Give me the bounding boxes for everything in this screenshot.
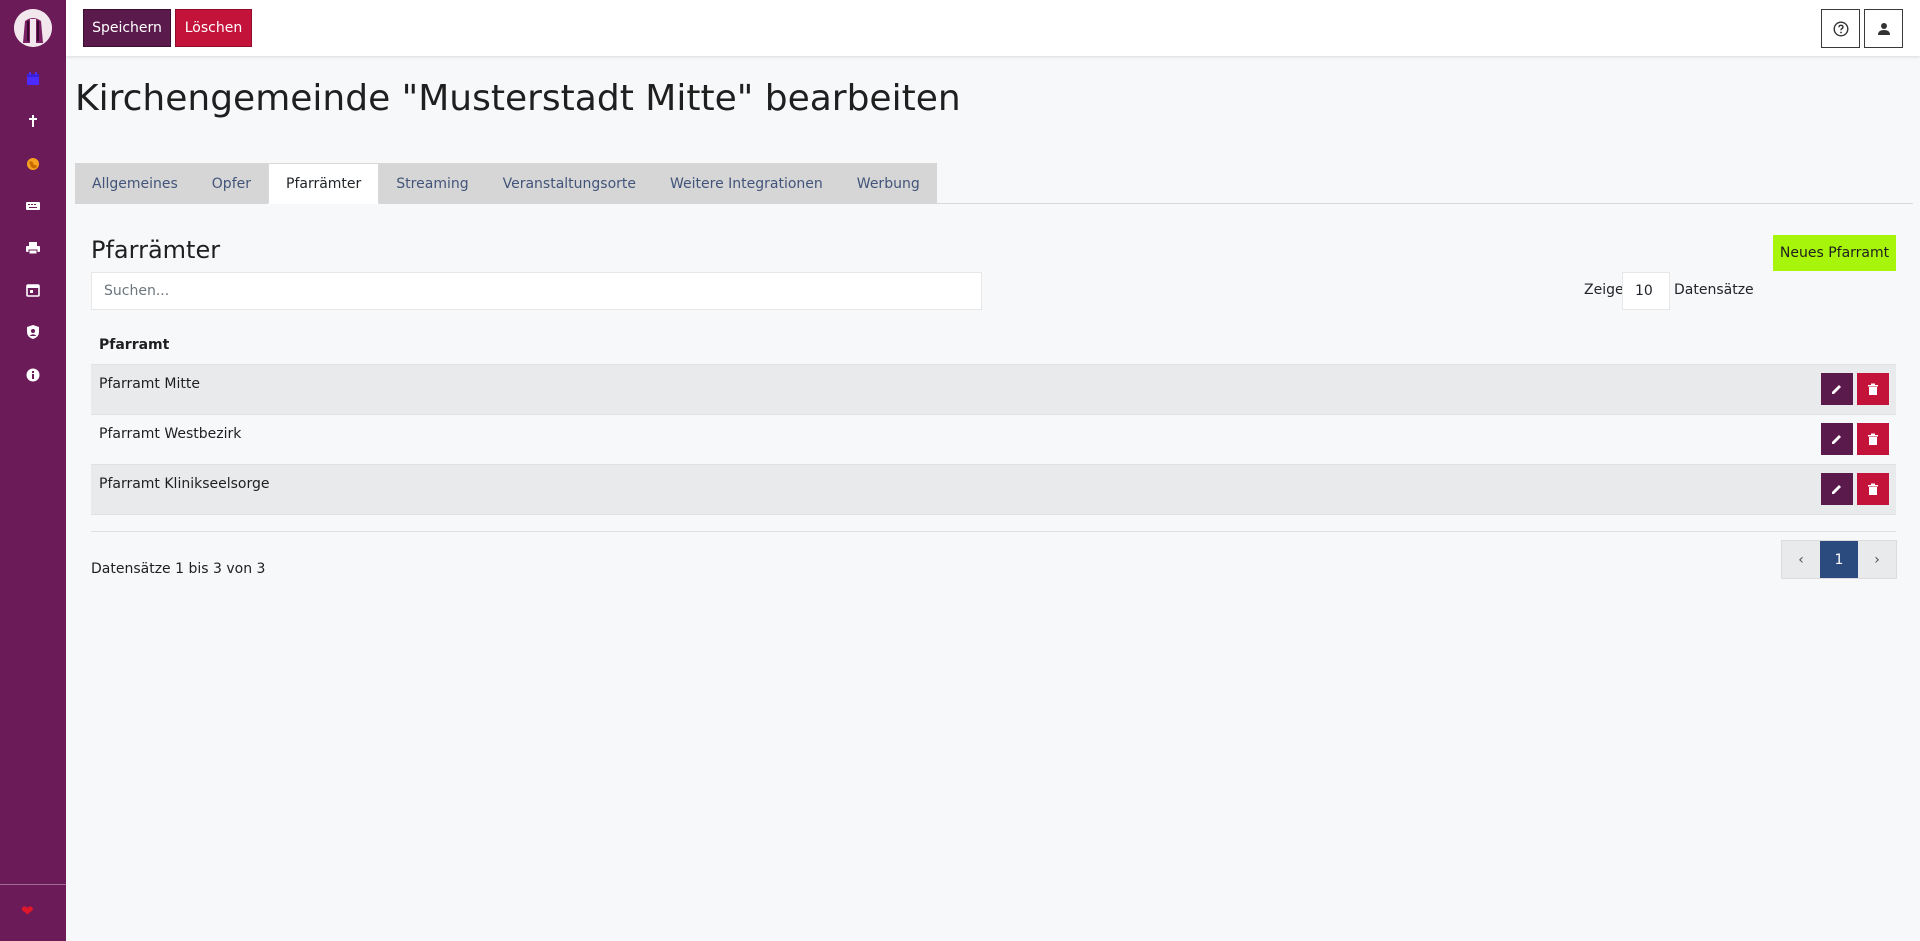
pagination-next[interactable]: › [1858, 541, 1896, 578]
pencil-icon [1832, 435, 1841, 444]
tab-allgemeines[interactable]: Allgemeines [75, 163, 195, 204]
table-info: Datensätze 1 bis 3 von 3 [91, 561, 266, 577]
row-name: Pfarramt Westbezirk [99, 426, 242, 442]
save-button[interactable]: Speichern [83, 9, 171, 47]
row-name: Pfarramt Klinikseelsorge [99, 476, 270, 492]
printer-icon[interactable] [23, 238, 43, 258]
table-row: Pfarramt Westbezirk [91, 415, 1896, 465]
tab-streaming[interactable]: Streaming [379, 163, 485, 204]
help-icon [1832, 20, 1849, 37]
delete-row-button[interactable] [1857, 423, 1889, 455]
page-length-suffix: Datensätze [1674, 282, 1754, 298]
tab-pfarraemter[interactable]: Pfarrämter [268, 163, 380, 204]
user-shield-icon[interactable] [23, 322, 43, 342]
pagination-page-1[interactable]: 1 [1820, 541, 1858, 578]
sidebar-divider [0, 884, 66, 885]
delete-button[interactable]: Löschen [175, 9, 252, 47]
tab-werbung[interactable]: Werbung [840, 163, 937, 204]
column-header-pfarramt[interactable]: Pfarramt [91, 325, 1896, 365]
delete-row-button[interactable] [1857, 473, 1889, 505]
edit-button[interactable] [1821, 373, 1853, 405]
sidebar: ❤ [0, 0, 66, 941]
calendar-icon[interactable] [23, 69, 43, 89]
pfarraemter-table: Pfarramt Pfarramt Mitte Pfarramt Westbez… [91, 325, 1896, 515]
trash-icon [1868, 383, 1878, 395]
edit-button[interactable] [1821, 473, 1853, 505]
search-input[interactable] [91, 272, 982, 310]
edit-button[interactable] [1821, 423, 1853, 455]
tab-bar: Allgemeines Opfer Pfarrämter Streaming V… [75, 163, 937, 204]
page-title: Kirchengemeinde "Musterstadt Mitte" bear… [75, 78, 961, 119]
table-row: Pfarramt Klinikseelsorge [91, 465, 1896, 515]
user-menu-button[interactable] [1864, 9, 1903, 48]
table-bottom-border [91, 531, 1896, 532]
user-icon [1877, 22, 1890, 35]
pencil-icon [1832, 485, 1841, 494]
page-length-label: Zeige [1584, 282, 1624, 298]
heart-icon[interactable]: ❤ [21, 904, 34, 919]
new-pfarramt-button[interactable]: Neues Pfarramt [1773, 235, 1896, 271]
trash-icon [1868, 483, 1878, 495]
globe-icon[interactable] [23, 154, 43, 174]
calendar-day-icon[interactable] [23, 280, 43, 300]
page-length-select[interactable]: 10 [1622, 272, 1670, 310]
row-name: Pfarramt Mitte [99, 376, 200, 392]
pagination-previous[interactable]: ‹ [1782, 541, 1820, 578]
top-toolbar: Speichern Löschen [66, 0, 1920, 56]
table-row: Pfarramt Mitte [91, 365, 1896, 415]
tab-opfer[interactable]: Opfer [195, 163, 268, 204]
pagination: ‹ 1 › [1781, 540, 1897, 579]
section-title: Pfarrämter [91, 236, 221, 264]
tab-weitere-integrationen[interactable]: Weitere Integrationen [653, 163, 840, 204]
delete-row-button[interactable] [1857, 373, 1889, 405]
info-icon[interactable] [23, 365, 43, 385]
tab-veranstaltungsorte[interactable]: Veranstaltungsorte [486, 163, 653, 204]
pencil-icon [1832, 385, 1841, 394]
keyboard-icon[interactable] [23, 196, 43, 216]
trash-icon [1868, 433, 1878, 445]
church-logo-icon[interactable] [14, 9, 52, 47]
cross-icon[interactable] [23, 111, 43, 131]
help-button[interactable] [1821, 9, 1860, 48]
